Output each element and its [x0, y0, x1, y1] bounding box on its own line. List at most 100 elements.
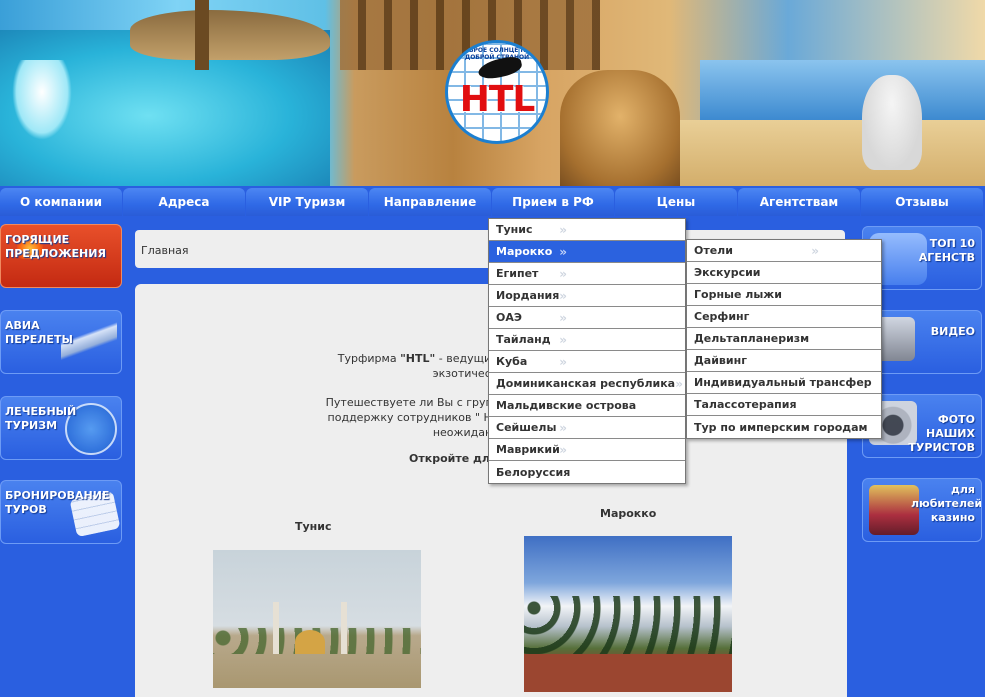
submenu-item-skiing[interactable]: Горные лыжи [687, 284, 881, 306]
submenu-item-thalasso[interactable]: Талассотерапия [687, 394, 881, 416]
submenu-label: Серфинг [694, 310, 750, 323]
intro-brand: "HTL" [400, 352, 436, 365]
submenu-item-hotels[interactable]: Отели » [687, 240, 881, 262]
promo-video-title: ВИДЕО [930, 325, 975, 338]
promo-medical[interactable]: ЛЕЧЕБНЫЙ ТУРИЗМ [0, 396, 122, 460]
promo-medical-title: ЛЕЧЕБНЫЙ ТУРИЗМ [5, 405, 77, 432]
chevron-right-icon: » [559, 266, 567, 281]
destination-title-morocco[interactable]: Марокко [600, 507, 656, 520]
morocco-submenu: Отели » Экскурсии Горные лыжи Серфинг Дел… [686, 239, 882, 439]
chevron-right-icon: » [559, 222, 567, 237]
menu-item-tunisia[interactable]: Тунис » [489, 219, 685, 241]
nav-agencies[interactable]: Агентствам [738, 188, 860, 216]
promo-casino[interactable]: для любителей казино [862, 478, 982, 542]
nav-vip[interactable]: VIP Туризм [246, 188, 368, 216]
promo-top-title: ТОП 10 АГЕНСТВ [918, 237, 975, 264]
menu-label: Мальдивские острова [496, 399, 637, 412]
menu-label: Иордания [496, 289, 560, 302]
morocco-photo[interactable] [524, 536, 732, 692]
morocco-wall [524, 654, 732, 692]
htl-logo[interactable]: ДОБРОЕ СОЛНЦЕ НАД ДОБРОЙ СТРАНОЙ HTL [445, 40, 549, 144]
palm-image [195, 0, 209, 70]
chevron-right-icon: » [559, 442, 567, 457]
menu-label: Тунис [496, 223, 533, 236]
sphinx-image [560, 70, 680, 186]
promo-flights-title: АВИА ПЕРЕЛЕТЫ [5, 319, 73, 346]
chevron-right-icon: » [559, 244, 567, 259]
destination-title-tunis[interactable]: Тунис [295, 520, 332, 533]
minaret-left [273, 602, 279, 654]
beach-woman-image [862, 75, 922, 170]
menu-item-thailand[interactable]: Тайланд » [489, 329, 685, 351]
submenu-item-imperial-tour[interactable]: Тур по имперским городам [687, 416, 881, 438]
submenu-label: Дайвинг [694, 354, 747, 367]
submenu-label: Талассотерапия [694, 398, 797, 411]
menu-item-egypt[interactable]: Египет » [489, 263, 685, 285]
nav-reception[interactable]: Прием в РФ [492, 188, 614, 216]
chevron-right-icon: » [559, 354, 567, 369]
chevron-right-icon: » [559, 420, 567, 435]
submenu-label: Дельтапланеризм [694, 332, 810, 345]
promo-photos-title: ФОТО НАШИХ ТУРИСТОВ [908, 413, 975, 454]
reception-dropdown: Тунис» Марокко» Египет» Иордания» ОАЭ» Т… [488, 218, 686, 484]
menu-label: Белоруссия [496, 465, 571, 479]
menu-item-belarus[interactable]: Белоруссия [489, 461, 685, 483]
left-sidebar: ГОРЯЩИЕ ПРЕДЛОЖЕНИЯ АВИА ПЕРЕЛЕТЫ ЛЕЧЕБН… [0, 220, 127, 697]
submenu-item-excursions[interactable]: Экскурсии [687, 262, 881, 284]
nav-about[interactable]: О компании [0, 188, 122, 216]
menu-item-maldives[interactable]: Мальдивские острова [489, 395, 685, 417]
sea-image [700, 60, 985, 120]
intro-prefix: Турфирма [337, 352, 401, 365]
header-banner: ДОБРОЕ СОЛНЦЕ НАД ДОБРОЙ СТРАНОЙ HTL [0, 0, 985, 186]
menu-label: Египет [496, 267, 539, 280]
promo-hot-offers[interactable]: ГОРЯЩИЕ ПРЕДЛОЖЕНИЯ [0, 224, 122, 288]
promo-flights[interactable]: АВИА ПЕРЕЛЕТЫ [0, 310, 122, 374]
submenu-label: Горные лыжи [694, 288, 782, 301]
chevron-right-icon: » [559, 310, 567, 325]
nav-direction[interactable]: Направление [369, 188, 491, 216]
submenu-label: Отели [694, 244, 733, 257]
rocks-image [130, 10, 330, 60]
nav-addresses[interactable]: Адреса [123, 188, 245, 216]
nav-prices[interactable]: Цены [615, 188, 737, 216]
promo-casino-title: для любителей казино [911, 483, 982, 524]
submenu-item-transfer[interactable]: Индивидуальный трансфер [687, 372, 881, 394]
breadcrumb-home[interactable]: Главная [141, 244, 189, 257]
beach-image [680, 120, 985, 186]
submenu-item-surfing[interactable]: Серфинг [687, 306, 881, 328]
surfer-image [12, 60, 72, 140]
menu-item-dominican[interactable]: Доминиканская республика» [489, 373, 685, 395]
mosque-dome [295, 630, 325, 654]
submenu-label: Индивидуальный трансфер [694, 376, 872, 389]
logo-text: HTL [459, 79, 536, 120]
promo-hot-title: ГОРЯЩИЕ ПРЕДЛОЖЕНИЯ [5, 233, 106, 260]
menu-item-jordan[interactable]: Иордания» [489, 285, 685, 307]
menu-item-seychelles[interactable]: Сейшелы» [489, 417, 685, 439]
nav-reviews[interactable]: Отзывы [861, 188, 983, 216]
menu-label: Маврикий [496, 443, 560, 456]
menu-label: Куба [496, 355, 528, 368]
menu-label: Тайланд [496, 333, 551, 346]
promo-booking[interactable]: БРОНИРОВАНИЕ ТУРОВ [0, 480, 122, 544]
morocco-palms [524, 596, 732, 656]
menu-item-morocco[interactable]: Марокко » [489, 241, 685, 263]
minaret-right [341, 602, 347, 654]
submenu-item-hanggliding[interactable]: Дельтапланеризм [687, 328, 881, 350]
submenu-item-diving[interactable]: Дайвинг [687, 350, 881, 372]
menu-label: Доминиканская республика [496, 377, 676, 390]
menu-label: ОАЭ [496, 311, 522, 324]
chevron-right-icon: » [559, 288, 567, 303]
menu-item-cuba[interactable]: Куба » [489, 351, 685, 373]
tunis-photo[interactable] [213, 550, 421, 688]
chevron-right-icon: » [811, 243, 819, 258]
chevron-right-icon: » [675, 376, 683, 391]
promo-booking-title: БРОНИРОВАНИЕ ТУРОВ [5, 489, 110, 516]
menu-item-mauritius[interactable]: Маврикий» [489, 439, 685, 461]
submenu-label: Экскурсии [694, 266, 761, 279]
menu-label: Сейшелы [496, 421, 557, 434]
main-nav: О компании Адреса VIP Туризм Направление… [0, 186, 985, 218]
menu-item-uae[interactable]: ОАЭ » [489, 307, 685, 329]
chevron-right-icon: » [559, 332, 567, 347]
submenu-label: Тур по имперским городам [694, 420, 868, 434]
menu-label: Марокко [496, 245, 553, 258]
